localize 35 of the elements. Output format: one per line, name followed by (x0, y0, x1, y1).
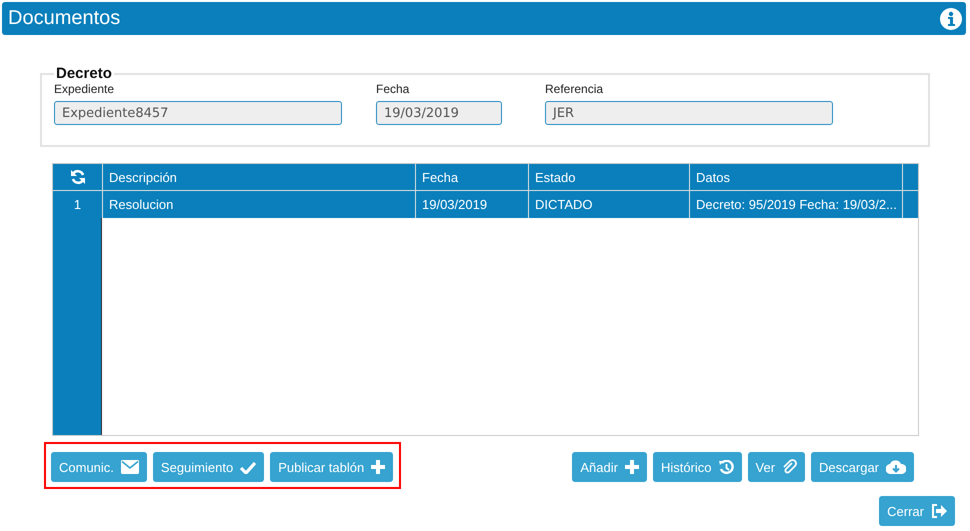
panel-legend: Decreto (54, 65, 114, 82)
field-label: Fecha (376, 82, 410, 96)
table-cell[interactable]: Decreto: 95/2019 Fecha: 19/03/2... (689, 191, 902, 218)
field-label: Referencia (545, 82, 604, 96)
row-number: 1 (53, 191, 102, 218)
plus-icon (371, 460, 386, 474)
action-button[interactable]: Ver (748, 452, 806, 482)
action-button[interactable]: Seguimiento (152, 452, 264, 482)
action-button[interactable]: Añadir (572, 452, 647, 482)
cloud-download-icon (886, 460, 906, 474)
input-field[interactable]: 19/03/2019 (376, 101, 502, 125)
paperclip-icon (782, 459, 798, 475)
input-field[interactable]: JER (545, 101, 833, 125)
window-title: Documentos (8, 7, 120, 30)
action-button[interactable]: Publicar tablón (270, 452, 394, 482)
check-icon (240, 460, 256, 474)
action-button[interactable]: Comunic. (51, 452, 147, 482)
plus-icon (624, 460, 639, 474)
history-icon (718, 460, 734, 474)
action-button[interactable]: Histórico (652, 452, 742, 482)
action-button[interactable]: Descargar (811, 452, 914, 482)
info-icon[interactable] (940, 8, 962, 30)
input-field[interactable]: Expediente8457 (54, 101, 342, 125)
column-header[interactable]: Datos (689, 164, 902, 191)
close-button[interactable]: Cerrar (879, 496, 955, 526)
field-label: Expediente (54, 82, 116, 96)
envelope-icon (120, 460, 139, 474)
table-cell[interactable]: Resolucion (102, 191, 415, 218)
column-header[interactable]: Estado (528, 164, 689, 191)
column-header[interactable]: Descripción (102, 164, 415, 191)
sign-out-icon (931, 504, 947, 518)
refresh-icon[interactable] (70, 169, 86, 185)
table-cell[interactable]: 19/03/2019 (415, 191, 528, 218)
table-cell[interactable]: DICTADO (528, 191, 689, 218)
column-header[interactable]: Fecha (415, 164, 528, 191)
